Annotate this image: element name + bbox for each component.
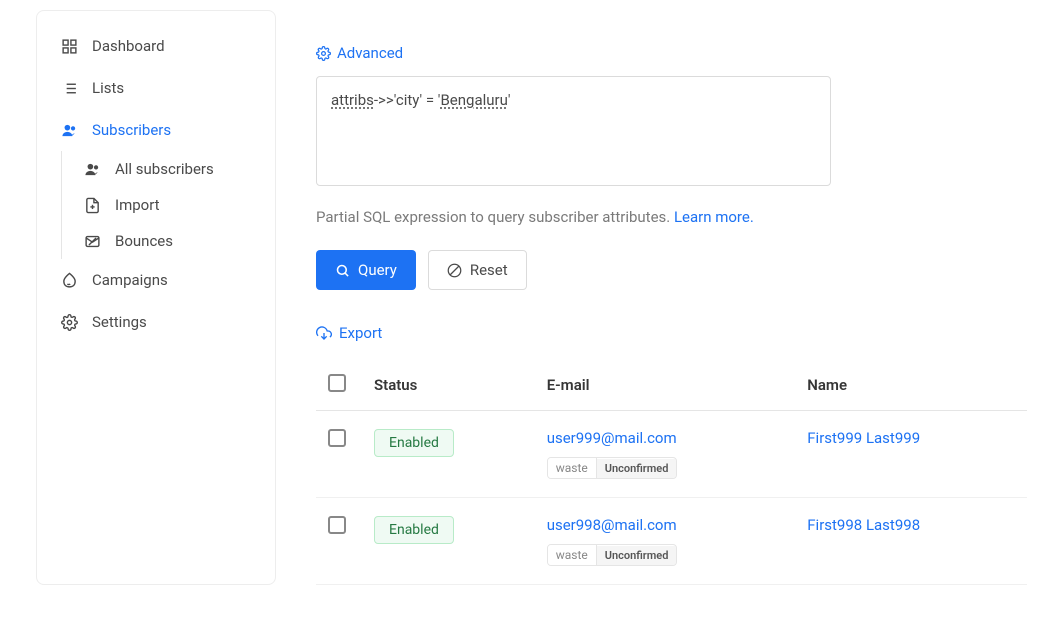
- status-badge: Enabled: [374, 516, 454, 544]
- settings-icon: [61, 314, 78, 331]
- subscriber-email-link[interactable]: user999@mail.com: [547, 429, 788, 447]
- nav-dashboard[interactable]: Dashboard: [37, 25, 275, 67]
- sql-value: Bengaluru: [440, 91, 507, 109]
- advanced-label: Advanced: [337, 44, 403, 62]
- advanced-toggle[interactable]: Advanced: [316, 44, 403, 62]
- nav-campaigns-label: Campaigns: [92, 271, 168, 289]
- export-label: Export: [339, 324, 382, 342]
- nav-lists-label: Lists: [92, 79, 124, 97]
- nav-campaigns[interactable]: Campaigns: [37, 259, 275, 301]
- table-row: Enabled user999@mail.com waste Unconfirm…: [316, 411, 1027, 498]
- nav-lists[interactable]: Lists: [37, 67, 275, 109]
- nav-settings[interactable]: Settings: [37, 301, 275, 343]
- sql-expression-input[interactable]: attribs->>'city' = 'Bengaluru': [316, 76, 831, 186]
- sidebar: Dashboard Lists Subscribers All subscrib…: [36, 10, 276, 585]
- subscriber-email-link[interactable]: user998@mail.com: [547, 516, 788, 534]
- query-button[interactable]: Query: [316, 250, 416, 290]
- row-checkbox[interactable]: [328, 516, 346, 534]
- nav-subscribers-label: Subscribers: [92, 121, 171, 139]
- sql-attribs: attribs: [331, 91, 374, 109]
- nav-bounces-label: Bounces: [115, 232, 173, 250]
- export-link[interactable]: Export: [316, 324, 382, 342]
- tag-list-name: waste: [548, 545, 597, 565]
- nav-settings-label: Settings: [92, 313, 147, 331]
- nav-subscribers[interactable]: Subscribers: [37, 109, 275, 151]
- nav-dashboard-label: Dashboard: [92, 37, 165, 55]
- gear-icon: [316, 46, 331, 61]
- nav-all-subscribers-label: All subscribers: [115, 160, 214, 178]
- list-tag[interactable]: waste Unconfirmed: [547, 457, 678, 479]
- nav-all-subscribers[interactable]: All subscribers: [62, 151, 275, 187]
- lists-icon: [61, 80, 78, 97]
- sql-mid: ->>'city' = ': [374, 91, 441, 109]
- tag-status: Unconfirmed: [597, 546, 677, 565]
- table-row: Enabled user998@mail.com waste Unconfirm…: [316, 498, 1027, 585]
- learn-more-link[interactable]: Learn more.: [674, 208, 754, 226]
- bounces-icon: [84, 233, 101, 250]
- header-email[interactable]: E-mail: [537, 360, 798, 411]
- action-buttons: Query Reset: [316, 250, 1027, 290]
- reset-button-label: Reset: [470, 261, 508, 279]
- query-button-label: Query: [358, 261, 397, 279]
- nav-import-label: Import: [115, 196, 160, 214]
- main-content: Advanced attribs->>'city' = 'Bengaluru' …: [276, 10, 1027, 585]
- all-subscribers-icon: [84, 161, 101, 178]
- cancel-icon: [447, 263, 462, 278]
- import-icon: [84, 197, 101, 214]
- campaigns-icon: [61, 272, 78, 289]
- header-name[interactable]: Name: [797, 360, 1027, 411]
- tag-list-name: waste: [548, 458, 597, 478]
- reset-button[interactable]: Reset: [428, 250, 527, 290]
- subscribers-table: Status E-mail Name Enabled user999@mail.…: [316, 360, 1027, 585]
- nav-subscribers-submenu: All subscribers Import Bounces: [61, 151, 275, 259]
- status-badge: Enabled: [374, 429, 454, 457]
- nav-import[interactable]: Import: [62, 187, 275, 223]
- help-text-content: Partial SQL expression to query subscrib…: [316, 208, 674, 226]
- select-all-checkbox[interactable]: [328, 374, 346, 392]
- cloud-download-icon: [316, 325, 332, 341]
- dashboard-icon: [61, 38, 78, 55]
- nav-bounces[interactable]: Bounces: [62, 223, 275, 259]
- header-checkbox-col: [316, 360, 364, 411]
- help-text: Partial SQL expression to query subscrib…: [316, 208, 1027, 226]
- row-checkbox[interactable]: [328, 429, 346, 447]
- subscriber-name-link[interactable]: First999 Last999: [807, 429, 920, 447]
- subscriber-name-link[interactable]: First998 Last998: [807, 516, 920, 534]
- tag-status: Unconfirmed: [597, 459, 677, 478]
- search-icon: [335, 263, 350, 278]
- subscribers-icon: [61, 122, 78, 139]
- sql-suffix: ': [508, 91, 511, 109]
- header-status[interactable]: Status: [364, 360, 537, 411]
- list-tag[interactable]: waste Unconfirmed: [547, 544, 678, 566]
